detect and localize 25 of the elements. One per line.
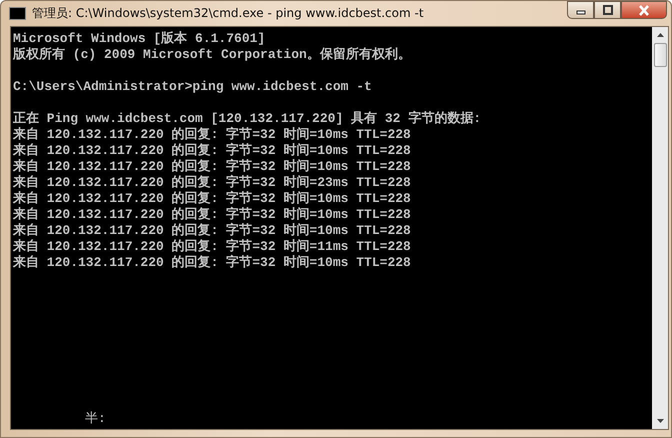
console-line: 来自 120.132.117.220 的回复: 字节=32 时间=23ms TTL=228 — [13, 175, 411, 190]
scrollbar[interactable] — [652, 27, 668, 429]
console-line: 来自 120.132.117.220 的回复: 字节=32 时间=10ms TTL=228 — [13, 159, 411, 174]
minimize-button[interactable] — [567, 1, 594, 19]
close-button[interactable] — [621, 1, 667, 19]
window-title: 管理员: C:\Windows\system32\cmd.exe - ping www.idcbest.com -t — [32, 5, 425, 22]
console-line: Microsoft Windows [版本 6.1.7601] — [13, 31, 266, 47]
console-line: 来自 120.132.117.220 的回复: 字节=32 时间=10ms TTL=228 — [13, 191, 411, 206]
close-icon — [637, 4, 651, 16]
maximize-button[interactable] — [594, 1, 621, 19]
scroll-up-icon[interactable] — [656, 33, 664, 37]
console-line: 来自 120.132.117.220 的回复: 字节=32 时间=10ms TTL=228 — [13, 223, 411, 238]
console-line: 来自 120.132.117.220 的回复: 字节=32 时间=10ms TTL=228 — [13, 143, 411, 158]
console-line: C:\Users\Administrator>ping www.idcbest.com -t — [13, 79, 372, 95]
scroll-down-icon[interactable] — [656, 419, 664, 423]
console-icon — [9, 7, 26, 20]
console-line: 来自 120.132.117.220 的回复: 字节=32 时间=10ms TTL=228 — [13, 255, 411, 271]
console-line: 来自 120.132.117.220 的回复: 字节=32 时间=10ms TTL=228 — [13, 127, 411, 142]
ime-status: 半: — [84, 411, 106, 427]
scroll-thumb[interactable] — [654, 43, 666, 67]
console-line: 版权所有 (c) 2009 Microsoft Corporation。保留所有权利。 — [13, 47, 411, 63]
console-line: 来自 120.132.117.220 的回复: 字节=32 时间=10ms TTL=228 — [13, 207, 411, 222]
console-line: 来自 120.132.117.220 的回复: 字节=32 时间=11ms TTL=228 — [13, 239, 411, 254]
maximize-icon — [602, 5, 614, 15]
console-line: 正在 Ping www.idcbest.com [120.132.117.220] 具有 32 字节的数据: — [13, 111, 482, 126]
